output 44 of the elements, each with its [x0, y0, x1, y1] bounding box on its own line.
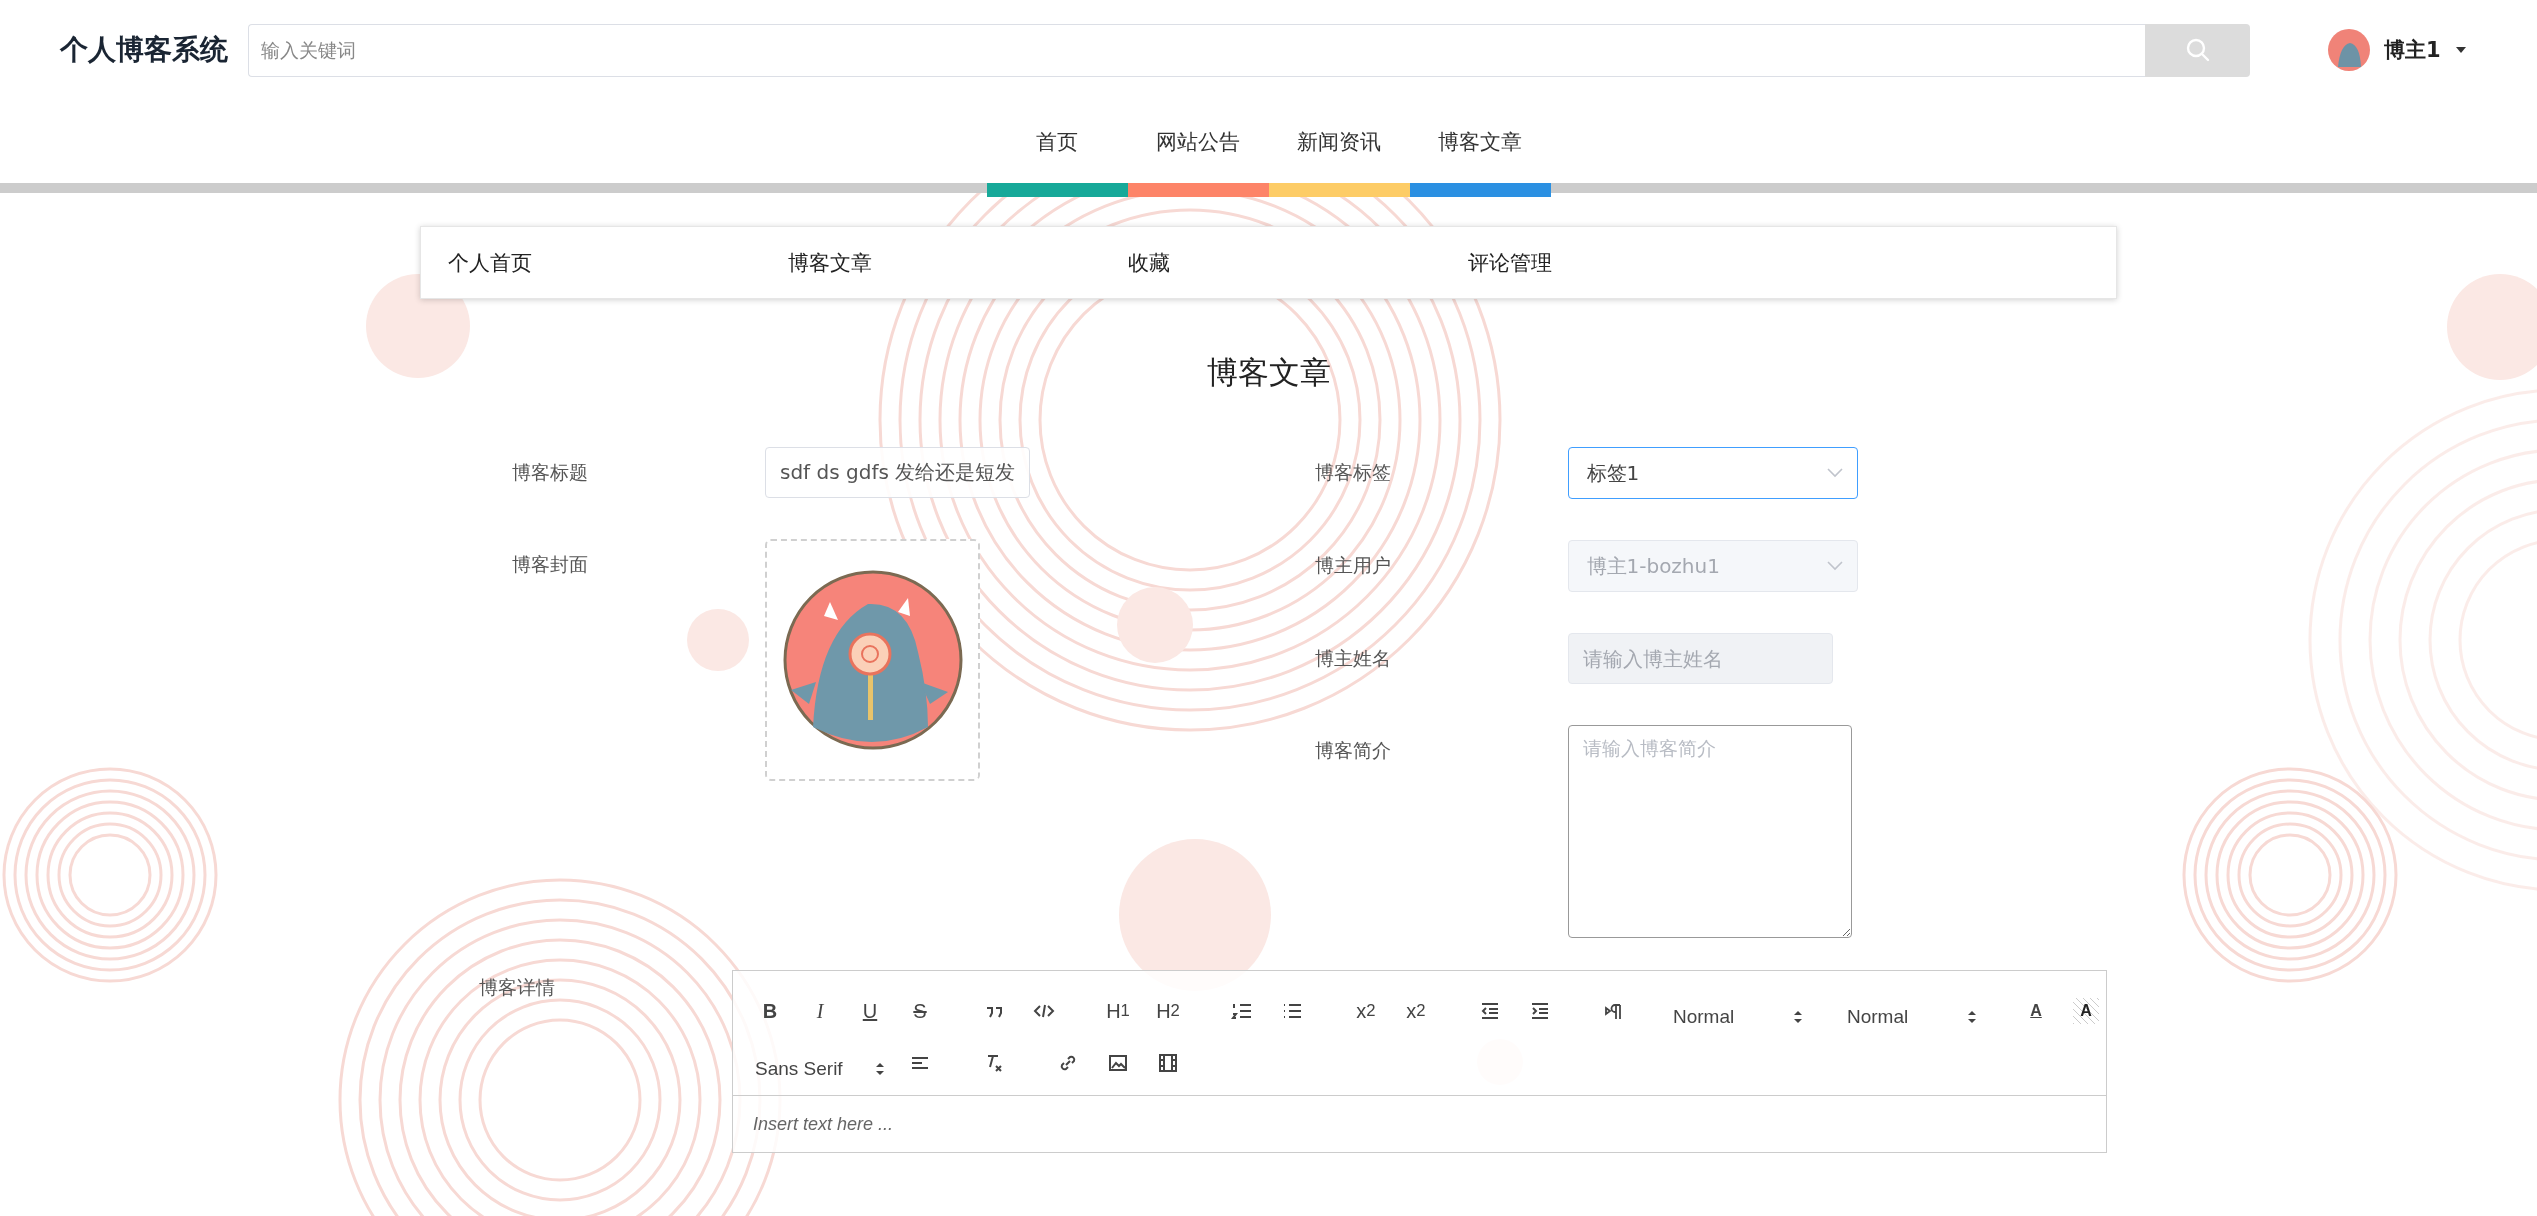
strike-button[interactable]: S: [895, 991, 945, 1031]
video-icon: [1157, 1052, 1179, 1074]
subnav-link[interactable]: 博客文章: [788, 248, 1128, 277]
field-label: 博主用户: [1314, 553, 1392, 578]
field-label: 博主姓名: [1314, 646, 1392, 671]
form-title: 博客文章: [1205, 353, 1332, 392]
textarea-field[interactable]: 请输入博客简介: [1567, 725, 1852, 938]
caret-icon[interactable]: [2454, 46, 2467, 54]
nav-tab[interactable]: 博客文章: [1409, 127, 1551, 156]
subnav-link[interactable]: 个人首页: [448, 248, 788, 277]
field-label: 博客标题: [512, 460, 589, 485]
field-label: 博客详情: [479, 975, 556, 1000]
chevron-icon: [1826, 468, 1843, 478]
format-picker[interactable]: Normal: [1837, 997, 1987, 1037]
field-label: 博客标签: [1314, 460, 1392, 485]
search-field[interactable]: 输入关键词: [248, 23, 2145, 77]
sort-arrows-icon: [1967, 1009, 1977, 1025]
sort-arrows-icon: [1793, 1009, 1803, 1025]
chevron-icon: [1826, 561, 1843, 571]
image-icon: [1107, 1052, 1129, 1074]
nav-tab[interactable]: 网站公告: [1127, 127, 1269, 156]
subnav-link[interactable]: 收藏: [1128, 248, 1468, 277]
format-picker[interactable]: Normal: [1663, 997, 1813, 1037]
site-logo: 个人博客系统: [60, 32, 229, 68]
field-label: 博客简介: [1314, 738, 1392, 763]
text-field[interactable]: sdf ds gdfs 发给还是短发: [765, 447, 1030, 498]
avatar[interactable]: [2328, 29, 2370, 71]
nav-tab[interactable]: 首页: [986, 127, 1128, 156]
background-button[interactable]: A: [2073, 998, 2099, 1024]
indent-icon: [1529, 1000, 1551, 1022]
select-field[interactable]: 标签1: [1567, 447, 1858, 499]
subnav-link[interactable]: 评论管理: [1468, 248, 1808, 277]
color-button[interactable]: A: [2011, 991, 2061, 1031]
italic-button[interactable]: I: [795, 991, 845, 1031]
format-picker[interactable]: Sans Serif: [745, 1049, 895, 1089]
user-name[interactable]: 博主1: [2384, 36, 2441, 64]
field-label: 博客封面: [512, 552, 589, 577]
sort-arrows-icon: [875, 1061, 885, 1077]
search-icon: [2184, 37, 2211, 63]
outdent-icon: [1479, 1000, 1501, 1022]
editor-placeholder[interactable]: Insert text here ...: [733, 1096, 2106, 1152]
nav-tab[interactable]: 新闻资讯: [1268, 127, 1410, 156]
bold-button[interactable]: B: [745, 991, 795, 1031]
underline-button[interactable]: U: [845, 991, 895, 1031]
